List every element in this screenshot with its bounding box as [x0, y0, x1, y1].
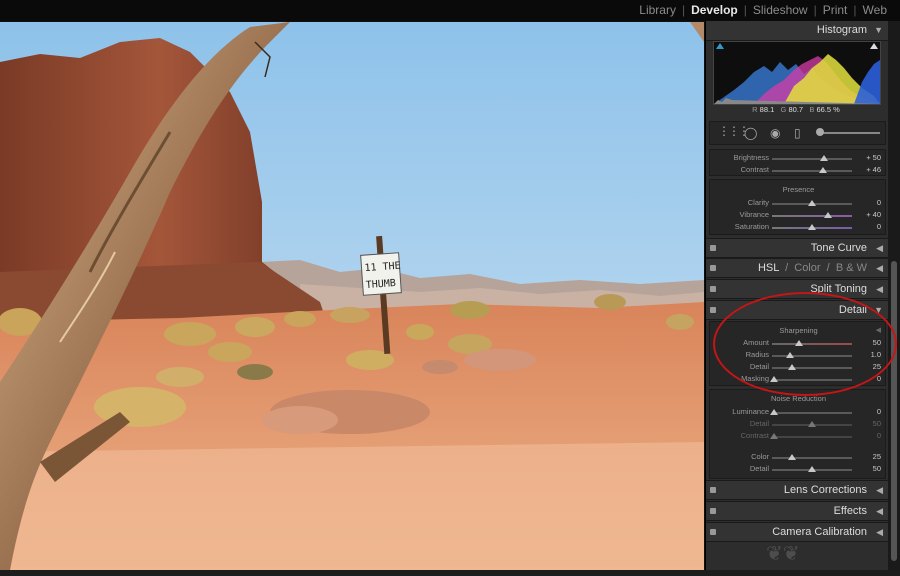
adjustment-brush-icon[interactable]: [816, 128, 880, 136]
histogram-graph[interactable]: [713, 41, 881, 105]
sharpening-label: Sharpening: [779, 326, 818, 335]
detail-preview-toggle-icon[interactable]: ◀: [876, 326, 881, 334]
panel-scrollbar[interactable]: [888, 21, 900, 570]
clarity-thumb[interactable]: [808, 200, 816, 206]
luminance-contrast-slider[interactable]: Contrast 0: [710, 431, 887, 443]
color-detail-thumb[interactable]: [808, 466, 816, 472]
panel-switch-icon[interactable]: [710, 307, 716, 313]
tone-curve-title: Tone Curve: [810, 242, 867, 254]
sharpen-amount-thumb[interactable]: [795, 340, 804, 346]
tool-strip: ⋮⋮⋮ ◯ ◉ ▯: [709, 121, 886, 145]
sharpening-section: Sharpening ◀ Amount 50 Radius 1.0 Detail…: [709, 321, 886, 386]
panel-switch-icon[interactable]: [710, 508, 716, 514]
presence-label: Presence: [782, 185, 815, 194]
expand-triangle-icon[interactable]: ◀: [876, 284, 883, 295]
sharpen-masking-slider[interactable]: Masking 0: [710, 374, 887, 386]
red-eye-icon[interactable]: ◉: [770, 126, 780, 140]
color-noise-slider[interactable]: Color 25: [710, 452, 887, 464]
spot-removal-icon[interactable]: ◯: [744, 126, 757, 140]
saturation-thumb[interactable]: [808, 224, 816, 230]
photo-canvas[interactable]: 11 THE THUMB: [0, 22, 704, 570]
graduated-filter-icon[interactable]: ▯: [794, 126, 801, 140]
sign-text-line2: THUMB: [365, 278, 396, 291]
detail-header[interactable]: Detail ▼: [706, 300, 889, 320]
module-web[interactable]: Web: [862, 3, 888, 17]
contrast-thumb[interactable]: [819, 167, 828, 173]
luminance-detail-thumb[interactable]: [808, 421, 816, 427]
luminance-thumb[interactable]: [769, 409, 778, 415]
module-slideshow[interactable]: Slideshow: [752, 3, 809, 17]
brightness-slider[interactable]: Brightness + 50: [710, 153, 887, 165]
tab-color[interactable]: Color: [794, 262, 820, 274]
sharpen-radius-thumb[interactable]: [785, 352, 794, 358]
module-print[interactable]: Print: [822, 3, 849, 17]
vibrance-thumb[interactable]: [824, 212, 832, 218]
module-develop[interactable]: Develop: [690, 3, 739, 17]
noise-reduction-label: Noise Reduction: [770, 394, 827, 403]
detail-title: Detail: [838, 304, 867, 316]
color-noise-thumb[interactable]: [788, 454, 796, 460]
panel-switch-icon[interactable]: [710, 529, 716, 535]
lens-corrections-header[interactable]: Lens Corrections ◀: [706, 480, 889, 500]
split-toning-header[interactable]: Split Toning ◀: [706, 279, 889, 299]
saturation-slider[interactable]: Saturation 0: [710, 222, 887, 234]
module-list: Library | Develop | Slideshow | Print | Web: [638, 3, 888, 17]
panel-switch-icon[interactable]: [710, 286, 716, 292]
tone-curve-header[interactable]: Tone Curve ◀: [706, 238, 889, 258]
panel-switch-icon[interactable]: [710, 245, 716, 251]
highlight-clipping-icon[interactable]: [870, 43, 878, 49]
panel-ornament-icon: ❦❦: [766, 543, 800, 565]
effects-title: Effects: [833, 505, 867, 517]
lens-corrections-title: Lens Corrections: [783, 484, 867, 496]
sharpen-detail-slider[interactable]: Detail 25: [710, 362, 887, 374]
module-picker-bar: Library | Develop | Slideshow | Print | Web: [0, 0, 900, 21]
panel-switch-icon[interactable]: [710, 265, 716, 271]
sharpen-detail-thumb[interactable]: [788, 364, 796, 370]
sharpen-amount-slider[interactable]: Amount 50: [710, 338, 887, 350]
filmstrip-edge: [0, 570, 900, 576]
expand-triangle-icon[interactable]: ◀: [876, 485, 883, 496]
sharpen-masking-thumb[interactable]: [769, 376, 778, 382]
effects-header[interactable]: Effects ◀: [706, 501, 889, 521]
presence-section: Presence Clarity 0 Vibrance + 40 Saturat…: [709, 179, 886, 235]
collapse-triangle-icon[interactable]: ▼: [874, 305, 883, 315]
brightness-thumb[interactable]: [820, 155, 828, 161]
noise-reduction-section: Noise Reduction Luminance 0 Detail 50 Co…: [709, 389, 886, 479]
expand-triangle-icon[interactable]: ◀: [876, 243, 883, 254]
vibrance-slider[interactable]: Vibrance + 40: [710, 210, 887, 222]
expand-triangle-icon[interactable]: ◀: [876, 263, 883, 274]
module-library[interactable]: Library: [638, 3, 677, 17]
expand-triangle-icon[interactable]: ◀: [876, 527, 883, 538]
luminance-slider[interactable]: Luminance 0: [710, 407, 887, 419]
tab-bw[interactable]: B & W: [836, 262, 867, 274]
hsl-header[interactable]: HSL / Color / B & W ◀: [706, 258, 889, 278]
luminance-contrast-thumb[interactable]: [769, 433, 778, 439]
histogram-plot: [714, 54, 880, 104]
clarity-slider[interactable]: Clarity 0: [710, 198, 887, 210]
basic-tone-section: Brightness + 50 Contrast + 46: [709, 149, 886, 176]
histogram-title: Histogram: [816, 24, 867, 36]
sharpen-radius-slider[interactable]: Radius 1.0: [710, 350, 887, 362]
luminance-detail-slider[interactable]: Detail 50: [710, 419, 887, 431]
collapse-triangle-icon[interactable]: ▼: [874, 25, 883, 35]
photo-image: 11 THE THUMB: [0, 22, 704, 570]
camera-calibration-header[interactable]: Camera Calibration ◀: [706, 522, 889, 542]
histogram-rgb-readout: R 88.1 G 80.7 B 66.5 %: [752, 105, 840, 114]
develop-right-panel: Histogram ▼ R 88.1 G 80.7 B 66.5 % ⋮⋮⋮ ◯…: [705, 21, 889, 570]
color-detail-slider[interactable]: Detail 50: [710, 464, 887, 476]
histogram-header[interactable]: Histogram ▼: [706, 21, 889, 41]
tab-hsl[interactable]: HSL: [758, 262, 779, 274]
camera-calibration-title: Camera Calibration: [772, 526, 867, 538]
shadow-clipping-icon[interactable]: [716, 43, 724, 49]
panel-switch-icon[interactable]: [710, 487, 716, 493]
panel-scrollbar-thumb[interactable]: [891, 261, 897, 561]
expand-triangle-icon[interactable]: ◀: [876, 506, 883, 517]
split-toning-title: Split Toning: [810, 283, 867, 295]
contrast-slider[interactable]: Contrast + 46: [710, 165, 887, 177]
